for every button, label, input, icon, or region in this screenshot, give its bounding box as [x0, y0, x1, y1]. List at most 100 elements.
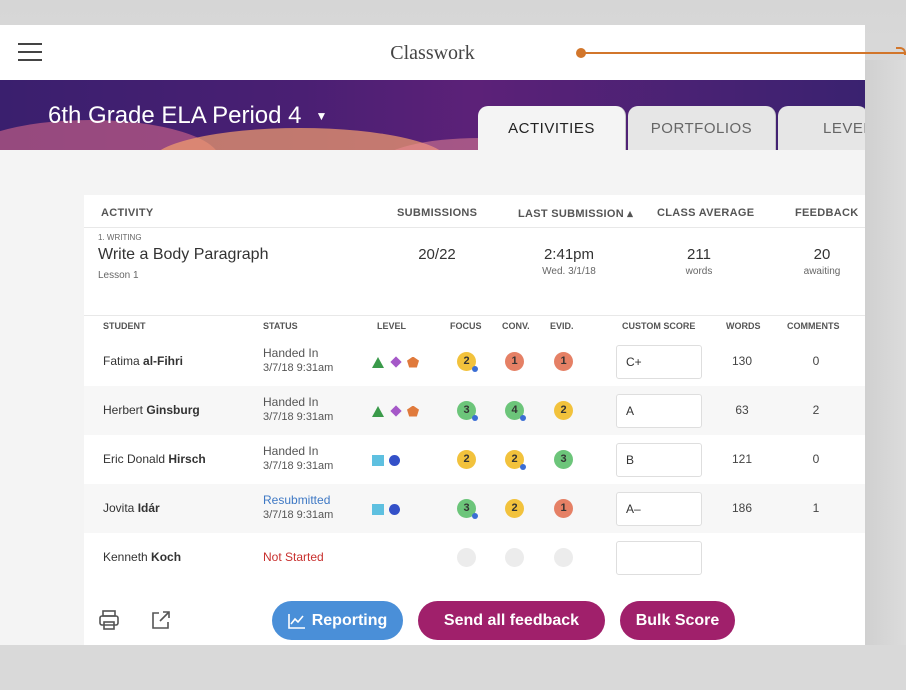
evid-score-value: 2	[560, 404, 567, 416]
student-row[interactable]: Fatima al-Fihri Handed In 3/7/18 9:31am 2…	[84, 337, 865, 386]
comment-count: 0	[812, 452, 820, 466]
class-average-value: 211	[687, 246, 711, 263]
conv-score[interactable]: 1	[505, 352, 524, 371]
feedback-value: 20	[813, 246, 831, 263]
tab-bar: ACTIVITIES PORTFOLIOS LEVEL	[478, 106, 865, 150]
custom-score-input[interactable]	[616, 492, 702, 526]
status-label: Handed In	[263, 395, 319, 409]
evid-score[interactable]: 1	[554, 352, 573, 371]
student-row[interactable]: Herbert Ginsburg Handed In 3/7/18 9:31am …	[84, 386, 865, 435]
student-name[interactable]: Herbert Ginsburg	[103, 403, 200, 417]
external-link-icon[interactable]	[149, 608, 173, 632]
student-row[interactable]: Eric Donald Hirsch Handed In 3/7/18 9:31a…	[84, 435, 865, 484]
conv-score	[505, 548, 524, 567]
conv-score-value: 2	[511, 453, 518, 465]
student-row[interactable]: Jovita Idár Resubmitted 3/7/18 9:31am 3 2…	[84, 484, 865, 533]
evid-score-value: 3	[560, 453, 567, 465]
student-first-name: Eric Donald	[103, 452, 169, 466]
custom-score-input[interactable]	[616, 394, 702, 428]
square-icon	[372, 454, 384, 466]
evid-score[interactable]: 2	[554, 401, 573, 420]
device-frame	[0, 645, 906, 690]
custom-score-input[interactable]	[616, 345, 702, 379]
word-count: 186	[731, 501, 753, 515]
pentagon-icon	[407, 405, 419, 417]
comment-dot-icon	[472, 366, 478, 372]
custom-score-input[interactable]	[616, 443, 702, 477]
tab-portfolios[interactable]: PORTFOLIOS	[628, 106, 776, 150]
focus-score[interactable]: 2	[457, 352, 478, 372]
bulk-score-button[interactable]: Bulk Score	[620, 601, 735, 640]
submission-status: Resubmitted 3/7/18 9:31am	[263, 493, 333, 523]
header-class-average[interactable]: CLASS AVERAGE	[657, 207, 754, 219]
reporting-label: Reporting	[311, 611, 388, 629]
conv-score[interactable]: 4	[505, 401, 526, 421]
comment-dot-icon	[472, 415, 478, 421]
student-last-name: Hirsch	[168, 452, 206, 466]
student-first-name: Jovita	[103, 501, 138, 515]
focus-score[interactable]: 3	[457, 499, 478, 519]
student-row[interactable]: Kenneth Koch Not Started	[84, 533, 865, 582]
header-last-submission[interactable]: LAST SUBMISSION ▴	[518, 207, 633, 220]
divider	[84, 227, 865, 228]
header-activity[interactable]: ACTIVITY	[101, 207, 154, 219]
activity-summary[interactable]: 1. WRITING Write a Body Paragraph Lesson…	[84, 233, 865, 293]
focus-score[interactable]: 2	[457, 450, 476, 469]
evid-score	[554, 548, 573, 567]
submissions-count: 20/22	[418, 246, 456, 263]
class-banner: 6th Grade ELA Period 4 ▼ ACTIVITIES PORT…	[0, 80, 865, 150]
pentagon-icon	[407, 356, 419, 368]
reporting-button[interactable]: Reporting	[272, 601, 403, 640]
callout-line	[580, 52, 906, 54]
caret-down-icon: ▼	[315, 109, 328, 123]
custom-score-input[interactable]	[616, 541, 702, 575]
send-all-feedback-button[interactable]: Send all feedback	[418, 601, 605, 640]
subheader-status: STATUS	[263, 321, 298, 331]
activity-category: 1. WRITING	[98, 233, 142, 242]
class-selector[interactable]: 6th Grade ELA Period 4 ▼	[48, 102, 327, 130]
status-label: Handed In	[263, 346, 319, 360]
conv-score[interactable]: 2	[505, 450, 526, 470]
student-last-name: Ginsburg	[146, 403, 200, 417]
evid-score[interactable]: 1	[554, 499, 573, 518]
send-feedback-label: Send all feedback	[443, 611, 580, 629]
subheader-evid: EVID.	[550, 321, 574, 331]
student-name[interactable]: Eric Donald Hirsch	[103, 452, 206, 466]
class-title: 6th Grade ELA Period 4	[48, 102, 302, 129]
level-indicators	[372, 453, 405, 467]
action-bar: Reporting Send all feedback Bulk Score	[84, 600, 865, 640]
submission-status: Handed In 3/7/18 9:31am	[263, 346, 333, 376]
printer-icon[interactable]	[97, 608, 121, 632]
focus-score-value: 3	[463, 502, 470, 514]
focus-score[interactable]: 3	[457, 401, 478, 421]
callout-corner	[896, 47, 906, 55]
status-label: Not Started	[263, 550, 324, 564]
submission-status: Handed In 3/7/18 9:31am	[263, 395, 333, 425]
student-first-name: Kenneth	[103, 550, 152, 564]
submission-status: Handed In 3/7/18 9:31am	[263, 444, 333, 474]
focus-score-value: 2	[463, 453, 470, 465]
last-submission-time: 2:41pm	[543, 246, 595, 263]
subheader-conv: CONV.	[502, 321, 530, 331]
header-submissions[interactable]: SUBMISSIONS	[397, 207, 477, 219]
subheader-comments: COMMENTS	[787, 321, 840, 331]
student-name[interactable]: Jovita Idár	[103, 501, 160, 515]
conv-score[interactable]: 2	[505, 499, 524, 518]
subheader-level: LEVEL	[377, 321, 407, 331]
feedback-unit: awaiting	[803, 266, 841, 277]
status-date: 3/7/18 9:31am	[263, 460, 334, 472]
diamond-icon	[390, 405, 402, 417]
circle-icon	[389, 454, 400, 466]
student-last-name: al-Fihri	[143, 354, 184, 368]
student-name[interactable]: Kenneth Koch	[103, 550, 181, 564]
tab-activities[interactable]: ACTIVITIES	[478, 106, 626, 150]
triangle-icon	[372, 405, 384, 417]
evid-score[interactable]: 3	[554, 450, 573, 469]
tab-level[interactable]: LEVEL	[778, 106, 865, 150]
status-date: 3/7/18 9:31am	[263, 362, 334, 374]
header-feedback[interactable]: FEEDBACK	[795, 207, 859, 219]
student-first-name: Fatima	[103, 354, 144, 368]
level-indicators	[372, 404, 424, 418]
level-indicators	[372, 355, 424, 369]
student-name[interactable]: Fatima al-Fihri	[103, 354, 183, 368]
